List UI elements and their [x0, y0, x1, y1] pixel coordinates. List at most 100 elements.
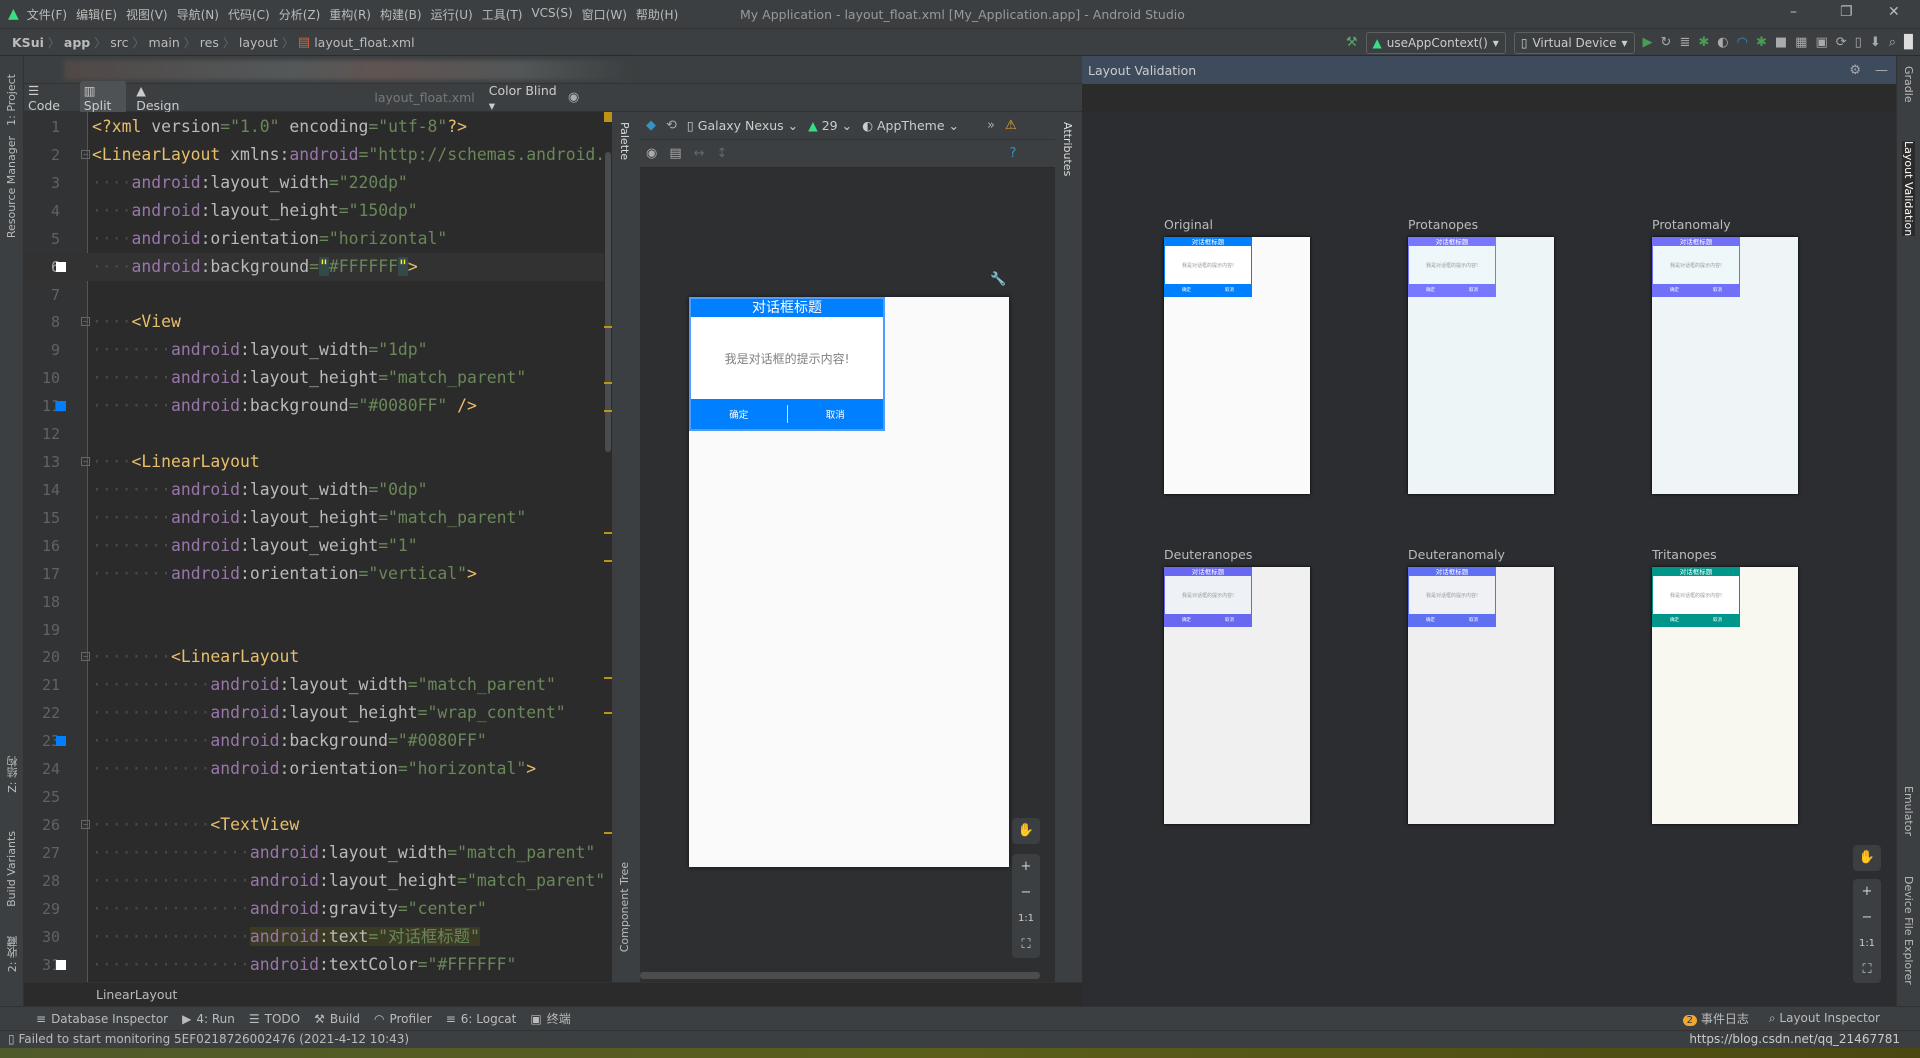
tool-favorites[interactable]: 2: 收藏 — [5, 936, 21, 972]
layers-icon[interactable]: ◆ — [646, 118, 656, 133]
warning-indicator[interactable] — [604, 112, 612, 122]
code-line[interactable]: 31 ················android:textColor="#FF… — [24, 951, 612, 979]
status-message[interactable]: Failed to start monitoring 5EF0218726002… — [18, 1032, 409, 1046]
color-swatch-icon[interactable] — [56, 959, 66, 970]
design-horizontal-scrollbar[interactable] — [640, 972, 1040, 979]
code-line[interactable]: 12 — [24, 420, 612, 448]
zoom-out-button[interactable]: − — [1021, 880, 1032, 906]
breadcrumb-project[interactable]: KSui — [12, 35, 44, 50]
fold-icon[interactable]: − — [81, 317, 90, 327]
color-blind-preview-tritanopes[interactable]: Tritanopes 对话框标题 我是对话框的提示内容! 确定 取消 — [1652, 547, 1798, 824]
color-blind-preview-deuteranopes[interactable]: Deuteranopes 对话框标题 我是对话框的提示内容! 确定 取消 — [1164, 547, 1310, 824]
code-line[interactable]: 18 — [24, 588, 612, 616]
fold-icon[interactable]: − — [81, 652, 90, 662]
code-line[interactable]: 8 − ····<View — [24, 308, 612, 336]
blueprint-icon[interactable]: ▤ — [669, 146, 681, 161]
device-manager-icon[interactable]: ▯ — [1855, 35, 1862, 50]
menu-item[interactable]: 重构(R) — [329, 6, 371, 23]
design-mode-button[interactable]: ▲ Design — [132, 81, 190, 115]
hide-icon[interactable]: — — [1875, 63, 1888, 78]
tool-window-button[interactable]: ▶ 4: Run — [182, 1010, 235, 1027]
menu-item[interactable]: VCS(S) — [531, 6, 572, 23]
menu-item[interactable]: 窗口(W) — [582, 6, 627, 23]
breadcrumb-layout[interactable]: layout — [239, 35, 278, 50]
menu-item[interactable]: 文件(F) — [27, 6, 67, 23]
code-line[interactable]: 2 − <LinearLayout xmlns:android="http://sc… — [24, 141, 612, 169]
breadcrumb-main[interactable]: main — [149, 35, 180, 50]
fold-icon[interactable]: − — [81, 457, 90, 467]
search-icon[interactable]: ⌕ — [1889, 35, 1896, 50]
eye-icon[interactable]: ◉ — [646, 146, 657, 161]
code-editor[interactable]: 1 <?xml version="1.0" encoding="utf-8"?> 2… — [24, 112, 612, 982]
gear-icon[interactable]: ⚙ — [1849, 63, 1861, 78]
warning-icon[interactable]: ⚠ — [1005, 118, 1017, 133]
code-mode-button[interactable]: ☰ Code — [24, 81, 74, 115]
code-line[interactable]: 15 ········android:layout_height="match_p… — [24, 504, 612, 532]
lv-zoom-in-button[interactable]: + — [1862, 879, 1873, 905]
lv-zoom-out-button[interactable]: − — [1862, 905, 1873, 931]
code-line[interactable]: 23 ············android:background="#0080F… — [24, 727, 612, 755]
avd-manager-icon[interactable]: ▣ — [1815, 35, 1827, 50]
help-icon[interactable]: ? — [1009, 146, 1016, 161]
color-swatch-icon[interactable] — [56, 736, 66, 747]
tool-window-button[interactable]: ≡ Database Inspector — [36, 1010, 168, 1027]
horizontal-resize-icon[interactable]: ↔ — [694, 146, 705, 161]
run-icon[interactable]: ▶ — [1643, 35, 1653, 50]
tool-build-variants[interactable]: Build Variants — [5, 831, 18, 907]
tool-resource-manager[interactable]: Resource Manager — [5, 136, 18, 238]
build-hammer-icon[interactable]: ⚒ — [1346, 35, 1358, 50]
breadcrumb-src[interactable]: src — [110, 35, 128, 50]
coverage-icon[interactable]: ◐ — [1717, 35, 1728, 50]
apply-code-changes-icon[interactable]: ≣ — [1679, 35, 1690, 50]
tool-layout-validation[interactable]: Layout Validation — [1902, 141, 1915, 237]
visibility-icon[interactable]: ◉ — [568, 90, 579, 105]
layout-inspector-button[interactable]: ⌕ Layout Inspector — [1769, 1011, 1880, 1026]
editor-scrollbar[interactable] — [604, 112, 612, 982]
menu-item[interactable]: 分析(Z) — [279, 6, 321, 23]
apply-changes-icon[interactable]: ↻ — [1661, 35, 1672, 50]
tool-window-button[interactable]: ☰ TODO — [249, 1010, 300, 1027]
minimize-button[interactable]: – — [1790, 4, 1797, 20]
code-line[interactable]: 25 — [24, 783, 612, 811]
menu-item[interactable]: 工具(T) — [482, 6, 523, 23]
code-line[interactable]: 5 ····android:orientation="horizontal" — [24, 225, 612, 253]
menu-item[interactable]: 构建(B) — [380, 6, 422, 23]
debug-icon[interactable]: ✱ — [1698, 35, 1709, 50]
code-line[interactable]: 19 — [24, 616, 612, 644]
tool-gradle[interactable]: Gradle — [1902, 66, 1915, 103]
tool-device-file-explorer[interactable]: Device File Explorer — [1902, 876, 1915, 985]
component-tree-tab[interactable]: Component Tree — [618, 862, 631, 952]
code-line[interactable]: 30 ················android:text="对话框标题" — [24, 923, 612, 951]
api-selector[interactable]: ▲ 29 ⌄ — [808, 118, 852, 133]
code-line[interactable]: 27 ················android:layout_width="… — [24, 839, 612, 867]
tool-window-button[interactable]: ≡ 6: Logcat — [446, 1010, 517, 1027]
breadcrumb-res[interactable]: res — [200, 35, 219, 50]
code-line[interactable]: 13 − ····<LinearLayout — [24, 448, 612, 476]
tool-emulator[interactable]: Emulator — [1902, 786, 1915, 836]
menu-item[interactable]: 运行(U) — [431, 6, 473, 23]
zoom-fit-button[interactable]: ⛶ — [1021, 932, 1030, 958]
fold-icon[interactable]: − — [81, 819, 90, 829]
menu-item[interactable]: 帮助(H) — [636, 6, 678, 23]
tool-window-button[interactable]: ◠ Profiler — [374, 1010, 432, 1027]
stop-icon[interactable]: ■ — [1775, 35, 1787, 50]
menu-item[interactable]: 导航(N) — [177, 6, 219, 23]
code-line[interactable]: 24 ············android:orientation="horiz… — [24, 755, 612, 783]
code-line[interactable]: 9 ········android:layout_width="1dp" — [24, 336, 612, 364]
dialog-preview[interactable]: 对话框标题 我是对话框的提示内容! 确定 取消 — [689, 297, 885, 431]
code-line[interactable]: 29 ················android:gravity="cente… — [24, 895, 612, 923]
code-line[interactable]: 4 ····android:layout_height="150dp" — [24, 197, 612, 225]
color-blind-preview-deuteranomaly[interactable]: Deuteranomaly 对话框标题 我是对话框的提示内容! 确定 取消 — [1408, 547, 1554, 824]
code-line[interactable]: 17 ········android:orientation="vertical"… — [24, 560, 612, 588]
code-line[interactable]: 21 ············android:layout_width="matc… — [24, 671, 612, 699]
color-blind-preview-protanopes[interactable]: Protanopes 对话框标题 我是对话框的提示内容! 确定 取消 — [1408, 217, 1554, 494]
code-line[interactable]: 28 ················android:layout_height=… — [24, 867, 612, 895]
color-blind-preview-protanomaly[interactable]: Protanomaly 对话框标题 我是对话框的提示内容! 确定 取消 — [1652, 217, 1798, 494]
breadcrumb-file[interactable]: layout_float.xml — [314, 35, 414, 50]
zoom-in-button[interactable]: + — [1021, 854, 1032, 880]
vertical-resize-icon[interactable]: ↕ — [717, 146, 728, 161]
code-line[interactable]: 1 <?xml version="1.0" encoding="utf-8"?> — [24, 113, 612, 141]
color-blind-preview-original[interactable]: Original 对话框标题 我是对话框的提示内容! 确定 取消 — [1164, 217, 1310, 494]
scrollbar-thumb[interactable] — [605, 152, 611, 452]
attributes-tab[interactable]: Attributes — [1061, 122, 1074, 176]
